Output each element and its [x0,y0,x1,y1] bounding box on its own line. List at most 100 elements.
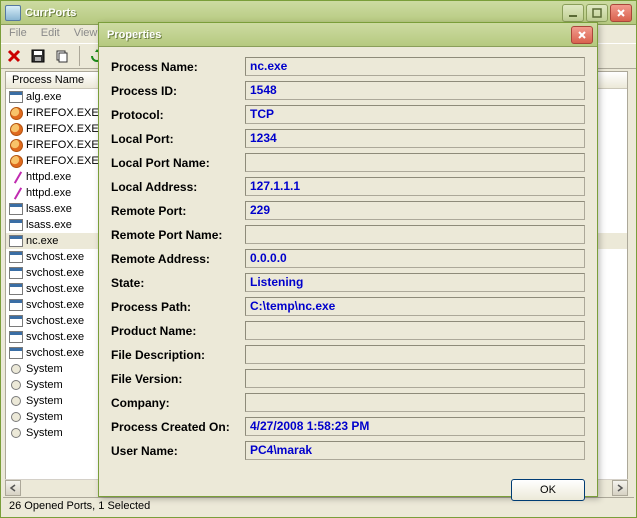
process-name-cell: alg.exe [26,91,61,103]
process-icon [8,298,24,312]
property-value[interactable]: C:\temp\nc.exe [245,297,585,316]
property-label: Remote Port Name: [111,228,245,242]
process-icon [8,314,24,328]
scroll-left-icon[interactable] [5,480,21,496]
process-icon [8,90,24,104]
property-label: Local Port Name: [111,156,245,170]
property-row: Process Name:nc.exe [111,57,585,76]
property-value[interactable] [245,321,585,340]
property-row: User Name:PC4\marak [111,441,585,460]
minimize-button[interactable] [562,4,584,22]
property-label: Remote Address: [111,252,245,266]
process-name-cell: FIREFOX.EXE [26,123,99,135]
property-value[interactable] [245,225,585,244]
property-value[interactable]: nc.exe [245,57,585,76]
process-name-cell: System [26,427,63,439]
process-icon [8,426,24,440]
process-name-cell: System [26,395,63,407]
process-name-cell: System [26,411,63,423]
process-name-cell: nc.exe [26,235,58,247]
property-label: File Version: [111,372,245,386]
process-icon [8,170,24,184]
process-icon [8,218,24,232]
dialog-titlebar[interactable]: Properties [99,23,597,47]
dialog-body: Process Name:nc.exeProcess ID:1548Protoc… [99,47,597,471]
process-name-cell: FIREFOX.EXE [26,139,99,151]
process-name-cell: System [26,379,63,391]
property-row: Product Name: [111,321,585,340]
property-row: Local Address:127.1.1.1 [111,177,585,196]
property-value[interactable]: 127.1.1.1 [245,177,585,196]
process-name-cell: svchost.exe [26,283,84,295]
property-label: Process Created On: [111,420,245,434]
property-value[interactable]: 0.0.0.0 [245,249,585,268]
property-label: Remote Port: [111,204,245,218]
process-name-cell: lsass.exe [26,219,72,231]
process-icon [8,266,24,280]
process-icon [8,202,24,216]
process-icon [8,250,24,264]
property-value[interactable]: 1548 [245,81,585,100]
property-row: Remote Address:0.0.0.0 [111,249,585,268]
save-icon[interactable] [29,47,47,65]
property-value[interactable]: Listening [245,273,585,292]
property-label: Process Name: [111,60,245,74]
process-name-cell: svchost.exe [26,267,84,279]
toolbar-separator [79,46,80,66]
property-label: File Description: [111,348,245,362]
property-row: Process Created On:4/27/2008 1:58:23 PM [111,417,585,436]
property-row: Remote Port Name: [111,225,585,244]
process-icon [8,122,24,136]
main-title: CurrPorts [25,7,562,19]
ok-button[interactable]: OK [511,479,585,501]
process-name-cell: svchost.exe [26,347,84,359]
property-row: Local Port:1234 [111,129,585,148]
property-value[interactable] [245,345,585,364]
menu-view[interactable]: View [74,27,98,41]
process-name-cell: svchost.exe [26,315,84,327]
property-value[interactable] [245,369,585,388]
process-icon [8,282,24,296]
process-name-cell: svchost.exe [26,331,84,343]
property-value[interactable] [245,153,585,172]
property-value[interactable]: 4/27/2008 1:58:23 PM [245,417,585,436]
scroll-right-icon[interactable] [612,480,628,496]
property-value[interactable]: 1234 [245,129,585,148]
property-row: Process ID:1548 [111,81,585,100]
process-icon [8,154,24,168]
menu-file[interactable]: File [9,27,27,41]
property-value[interactable]: TCP [245,105,585,124]
process-icon [8,186,24,200]
property-label: Process Path: [111,300,245,314]
process-icon [8,394,24,408]
process-icon [8,330,24,344]
dialog-close-button[interactable] [571,26,593,44]
property-value[interactable]: 229 [245,201,585,220]
property-row: State:Listening [111,273,585,292]
menu-edit[interactable]: Edit [41,27,60,41]
property-row: Company: [111,393,585,412]
process-name-cell: FIREFOX.EXE [26,155,99,167]
process-name-cell: lsass.exe [26,203,72,215]
dialog-button-row: OK [99,471,597,511]
property-label: State: [111,276,245,290]
process-icon [8,378,24,392]
process-icon [8,234,24,248]
property-value[interactable]: PC4\marak [245,441,585,460]
process-name-cell: svchost.exe [26,251,84,263]
process-name-cell: httpd.exe [26,171,71,183]
process-name-cell: httpd.exe [26,187,71,199]
process-icon [8,138,24,152]
property-label: Local Address: [111,180,245,194]
close-button[interactable] [610,4,632,22]
process-icon [8,362,24,376]
close-port-icon[interactable] [5,47,23,65]
app-icon [5,5,21,21]
process-name-cell: System [26,363,63,375]
process-name-cell: svchost.exe [26,299,84,311]
copy-icon[interactable] [53,47,71,65]
property-value[interactable] [245,393,585,412]
dialog-title: Properties [103,29,571,41]
maximize-button[interactable] [586,4,608,22]
process-name-cell: FIREFOX.EXE [26,107,99,119]
